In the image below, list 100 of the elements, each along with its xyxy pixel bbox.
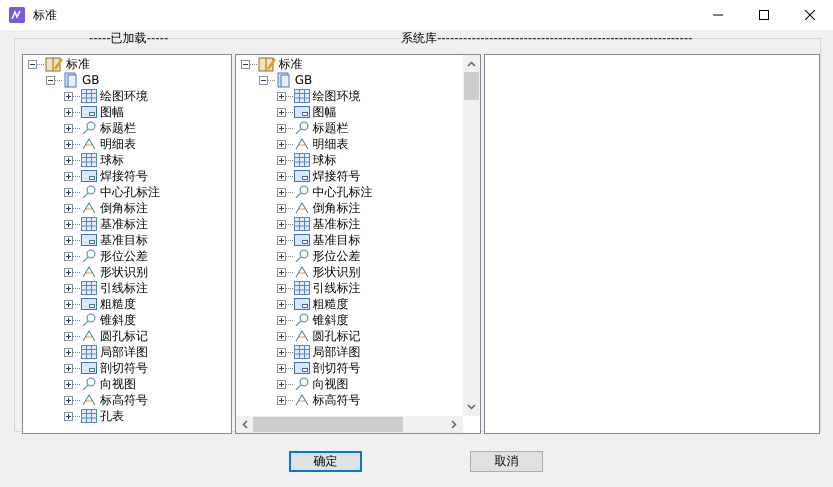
tree-item[interactable]: GB [292,72,312,88]
expand-icon[interactable] [276,188,286,196]
tree-item[interactable]: 锥斜度 [310,312,349,328]
expand-icon[interactable] [276,284,286,292]
expand-icon[interactable] [276,92,286,100]
scroll-thumb[interactable] [464,72,480,100]
tree-item[interactable]: 基准目标 [97,232,148,248]
tree-item[interactable]: 圆孔标记 [310,328,361,344]
expand-icon[interactable] [64,364,73,372]
tree-item[interactable]: 标高符号 [310,392,361,408]
tree-item[interactable]: 明细表 [310,136,349,152]
expand-icon[interactable] [64,268,73,276]
tree-item[interactable]: 基准标注 [97,216,148,232]
collapse-icon[interactable] [240,60,250,68]
expand-icon[interactable] [64,300,73,308]
maximize-icon[interactable] [759,10,769,20]
expand-icon[interactable] [276,172,286,180]
scroll-up-icon[interactable] [467,61,476,67]
scroll-left-icon[interactable] [242,420,248,429]
collapse-icon[interactable] [28,60,37,68]
scroll-down-icon[interactable] [467,404,476,410]
expand-icon[interactable] [64,396,73,404]
tree-item[interactable]: 标准 [63,56,90,72]
tree-item[interactable]: 粗糙度 [97,296,136,312]
expand-icon[interactable] [64,220,73,228]
expand-icon[interactable] [64,284,73,292]
tree-item[interactable]: 引线标注 [310,280,361,296]
tree-item[interactable]: 标题栏 [97,120,136,136]
tree-item[interactable]: 标准 [276,56,303,72]
expand-icon[interactable] [276,204,286,212]
expand-icon[interactable] [64,108,73,116]
tree-item[interactable]: 基准目标 [310,232,361,248]
tree-item[interactable]: 球标 [97,152,124,168]
tree-item[interactable]: 倒角标注 [97,200,148,216]
expand-icon[interactable] [276,332,286,340]
scroll-right-icon[interactable] [451,420,458,429]
tree-item[interactable]: 孔表 [97,408,124,424]
tree-item[interactable]: 向视图 [97,376,136,392]
tree-item[interactable]: 局部详图 [97,344,148,360]
horizontal-scrollbar[interactable] [236,416,464,433]
tree-item[interactable]: 形状识别 [97,264,148,280]
tree-item[interactable]: 标高符号 [97,392,148,408]
expand-icon[interactable] [64,204,73,212]
expand-icon[interactable] [64,156,73,164]
tree-item[interactable]: 粗糙度 [310,296,349,312]
expand-icon[interactable] [276,140,286,148]
tree-item[interactable]: 圆孔标记 [97,328,148,344]
expand-icon[interactable] [64,172,73,180]
vertical-scrollbar[interactable] [463,55,480,416]
tree-item[interactable]: GB [79,72,100,88]
tree-item[interactable]: 焊接符号 [310,168,361,184]
tree-item[interactable]: 形位公差 [310,248,361,264]
expand-icon[interactable] [64,188,73,196]
expand-icon[interactable] [276,156,286,164]
expand-icon[interactable] [276,236,286,244]
tree-item[interactable]: 引线标注 [97,280,148,296]
tree-item[interactable]: 标题栏 [310,120,349,136]
expand-icon[interactable] [276,268,286,276]
tree-item[interactable]: 图幅 [97,104,124,120]
expand-icon[interactable] [64,124,73,132]
close-icon[interactable] [805,10,815,20]
expand-icon[interactable] [64,252,73,260]
expand-icon[interactable] [64,412,73,420]
tree-item[interactable]: 图幅 [310,104,337,120]
expand-icon[interactable] [276,220,286,228]
cancel-button[interactable]: 取消 [470,451,543,472]
tree-item[interactable]: 基准标注 [310,216,361,232]
expand-icon[interactable] [276,316,286,324]
tree-item[interactable]: 剖切符号 [310,360,361,376]
expand-icon[interactable] [276,348,286,356]
expand-icon[interactable] [276,124,286,132]
collapse-icon[interactable] [46,76,55,84]
expand-icon[interactable] [64,236,73,244]
tree-item[interactable]: 绘图环境 [97,88,148,104]
tree-item[interactable]: 焊接符号 [97,168,148,184]
expand-icon[interactable] [276,364,286,372]
tree-item[interactable]: 形状识别 [310,264,361,280]
tree-item[interactable]: 向视图 [310,376,349,392]
tree-item[interactable]: 倒角标注 [310,200,361,216]
tree-item[interactable]: 绘图环境 [310,88,361,104]
collapse-icon[interactable] [258,76,268,84]
tree-item[interactable]: 明细表 [97,136,136,152]
tree-item[interactable]: 局部详图 [310,344,361,360]
expand-icon[interactable] [64,316,73,324]
expand-icon[interactable] [276,396,286,404]
expand-icon[interactable] [276,108,286,116]
expand-icon[interactable] [64,332,73,340]
expand-icon[interactable] [276,380,286,388]
expand-icon[interactable] [64,348,73,356]
tree-item[interactable]: 球标 [310,152,337,168]
tree-item[interactable]: 剖切符号 [97,360,148,376]
tree-item[interactable]: 形位公差 [97,248,148,264]
tree-item[interactable]: 中心孔标注 [97,184,160,200]
tree-item[interactable]: 中心孔标注 [310,184,373,200]
tree-item[interactable]: 锥斜度 [97,312,136,328]
expand-icon[interactable] [276,252,286,260]
scroll-thumb[interactable] [252,417,403,432]
expand-icon[interactable] [64,140,73,148]
expand-icon[interactable] [276,300,286,308]
expand-icon[interactable] [64,92,73,100]
